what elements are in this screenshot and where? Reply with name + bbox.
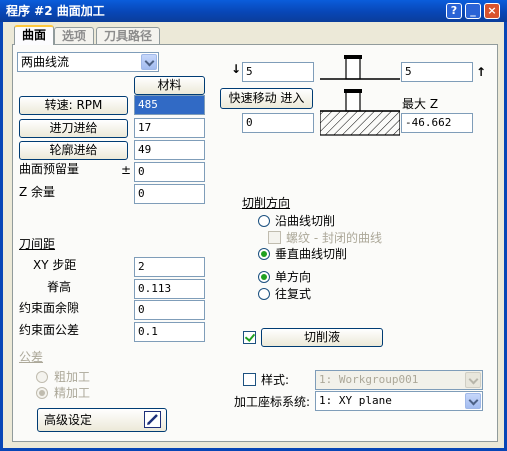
material-button[interactable]: 材料 bbox=[134, 76, 205, 95]
chevron-down-icon[interactable] bbox=[141, 54, 157, 70]
coolant-checkbox[interactable] bbox=[243, 331, 256, 344]
style-label: 样式: bbox=[261, 373, 290, 387]
max-z-input[interactable]: -46.662 bbox=[401, 113, 473, 133]
wcs-select[interactable]: 1: XY plane bbox=[315, 391, 483, 411]
max-z-label: 最大 Z bbox=[402, 97, 439, 111]
window-title: 程序 #2 曲面加工 bbox=[6, 4, 105, 18]
wcs-value: 1: XY plane bbox=[319, 394, 392, 407]
tab-surface[interactable]: 曲面 bbox=[14, 25, 54, 45]
stock-to-leave-label: 曲面预留量 bbox=[19, 162, 80, 176]
style-value: 1: Workgroup001 bbox=[319, 373, 419, 386]
style-select[interactable]: 1: Workgroup001 bbox=[315, 370, 483, 390]
close-button[interactable]: × bbox=[484, 3, 500, 19]
perpendicular-label: 垂直曲线切削 bbox=[275, 247, 348, 261]
rapid-move-button[interactable]: 快速移动 进入 bbox=[220, 88, 313, 109]
contour-feed-input[interactable]: 49 bbox=[134, 140, 205, 160]
spindle-speed-input[interactable]: 485 bbox=[134, 95, 205, 115]
z-margin-label: Z 余量 bbox=[19, 185, 56, 199]
cusp-height-input[interactable]: 0.113 bbox=[134, 279, 205, 299]
constraint-clearance-label: 约束面余隙 bbox=[19, 301, 80, 315]
surface-mode-value: 两曲线流 bbox=[21, 55, 70, 69]
perpendicular-radio[interactable] bbox=[258, 248, 270, 260]
help-button[interactable]: ? bbox=[446, 3, 462, 19]
one-way-radio[interactable] bbox=[258, 271, 270, 283]
minimize-button[interactable]: _ bbox=[465, 3, 481, 19]
xy-step-input[interactable]: 2 bbox=[134, 257, 205, 277]
arrow-down-icon: ↓ bbox=[231, 62, 242, 76]
z-margin-input[interactable]: 0 bbox=[134, 184, 205, 204]
cut-direction-title: 切削方向 bbox=[242, 196, 291, 210]
chevron-down-icon[interactable] bbox=[465, 372, 481, 388]
surface-mode-select[interactable]: 两曲线流 bbox=[17, 52, 159, 72]
advanced-settings-label: 高级设定 bbox=[44, 413, 93, 427]
xy-step-label: XY 步距 bbox=[33, 258, 77, 272]
tolerance-section-title: 公差 bbox=[19, 350, 44, 364]
coolant-button[interactable]: 切削液 bbox=[261, 328, 383, 347]
zigzag-radio[interactable] bbox=[258, 288, 270, 300]
edit-pen-icon bbox=[144, 411, 161, 428]
retract-height-input[interactable]: 5 bbox=[401, 62, 473, 82]
one-way-label: 单方向 bbox=[275, 270, 312, 284]
tab-options[interactable]: 选项 bbox=[54, 27, 94, 44]
spiral-checkbox[interactable] bbox=[268, 231, 281, 244]
roughing-radio[interactable] bbox=[36, 371, 48, 383]
chevron-down-icon[interactable] bbox=[465, 393, 481, 409]
constraint-tolerance-input[interactable]: 0.1 bbox=[134, 322, 205, 342]
rapid-move-label: 快速移动 进入 bbox=[228, 91, 305, 105]
finishing-radio[interactable] bbox=[36, 387, 48, 399]
plus-minus-icon: ± bbox=[121, 163, 132, 177]
constraint-clearance-input[interactable]: 0 bbox=[134, 300, 205, 320]
contour-feed-button[interactable]: 轮廓进给 bbox=[19, 141, 128, 160]
along-curve-radio[interactable] bbox=[258, 215, 270, 227]
along-curve-label: 沿曲线切削 bbox=[275, 214, 336, 228]
cusp-height-label: 脊高 bbox=[47, 280, 72, 294]
plunge-feed-button[interactable]: 进刀进给 bbox=[19, 119, 128, 138]
wcs-label: 加工座标系统: bbox=[234, 395, 311, 409]
tool-height-diagram bbox=[320, 55, 400, 136]
arrow-up-icon: ↑ bbox=[476, 65, 487, 79]
finishing-label: 精加工 bbox=[54, 386, 91, 400]
style-checkbox[interactable] bbox=[243, 373, 256, 386]
stock-to-leave-input[interactable]: 0 bbox=[134, 162, 205, 182]
constraint-tolerance-label: 约束面公差 bbox=[19, 323, 80, 337]
plunge-feed-input[interactable]: 17 bbox=[134, 118, 205, 138]
stepover-section-title: 刀间距 bbox=[19, 237, 56, 251]
tab-toolpath[interactable]: 刀具路径 bbox=[96, 27, 160, 44]
roughing-label: 粗加工 bbox=[54, 370, 91, 384]
advanced-settings-button[interactable]: 高级设定 bbox=[37, 408, 167, 432]
spiral-label: 螺纹 - 封闭的曲线 bbox=[286, 231, 382, 245]
spindle-speed-button[interactable]: 转速: RPM bbox=[19, 96, 128, 115]
feed-plane-input[interactable]: 0 bbox=[242, 113, 314, 133]
zigzag-label: 往复式 bbox=[275, 287, 312, 301]
clearance-height-input[interactable]: 5 bbox=[242, 62, 314, 82]
